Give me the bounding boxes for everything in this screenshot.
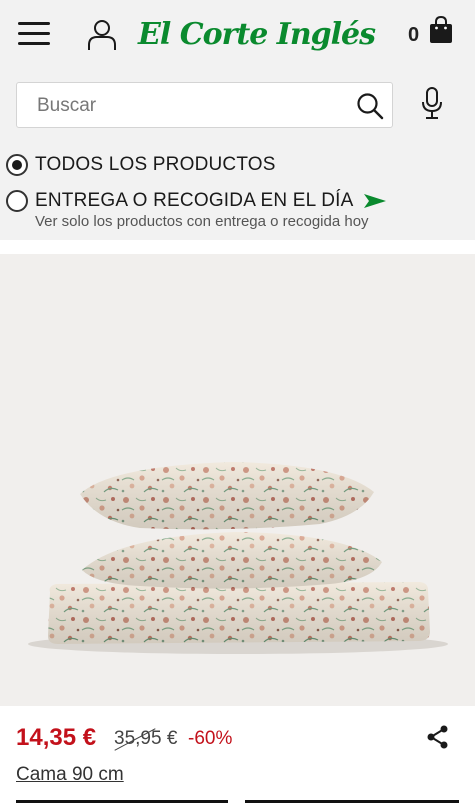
product-photo	[28, 462, 448, 654]
bedding-set-image[interactable]	[0, 254, 475, 706]
search-box	[16, 82, 393, 128]
shopping-bag-icon[interactable]	[429, 16, 453, 44]
divider	[0, 240, 475, 254]
product-info: 14,35 € 35,95 € -60% Cama 90 cm	[0, 706, 475, 803]
brand-logo[interactable]: El Corte Inglés	[138, 10, 376, 60]
search-icon[interactable]	[356, 92, 384, 120]
original-price: 35,95 €	[114, 728, 178, 749]
cart-count: 0	[408, 24, 420, 46]
current-price: 14,35 €	[16, 724, 97, 751]
radio-all-products[interactable]	[6, 154, 28, 176]
filter-all-products[interactable]: TODOS LOS PRODUCTOS	[6, 154, 276, 176]
radio-same-day[interactable]	[6, 190, 28, 212]
filter-same-day-sublabel: Ver solo los productos con entrega o rec…	[35, 213, 369, 230]
green-flag-icon	[363, 193, 386, 208]
search-input[interactable]	[37, 93, 337, 119]
size-selector-link[interactable]: Cama 90 cm	[16, 764, 124, 786]
header: El Corte Inglés 0	[0, 0, 475, 72]
filter-same-day-text: ENTREGA O RECOGIDA EN EL DÍA	[35, 190, 353, 211]
share-icon[interactable]	[426, 725, 450, 749]
hamburger-menu-icon[interactable]	[18, 22, 52, 50]
filter-same-day-label: ENTREGA O RECOGIDA EN EL DÍA	[35, 190, 386, 212]
filter-all-products-label: TODOS LOS PRODUCTOS	[35, 154, 276, 175]
microphone-icon[interactable]	[420, 87, 444, 121]
discount-badge: -60%	[188, 728, 233, 749]
filter-same-day[interactable]: ENTREGA O RECOGIDA EN EL DÍA	[6, 190, 386, 212]
user-account-icon[interactable]	[86, 18, 118, 52]
